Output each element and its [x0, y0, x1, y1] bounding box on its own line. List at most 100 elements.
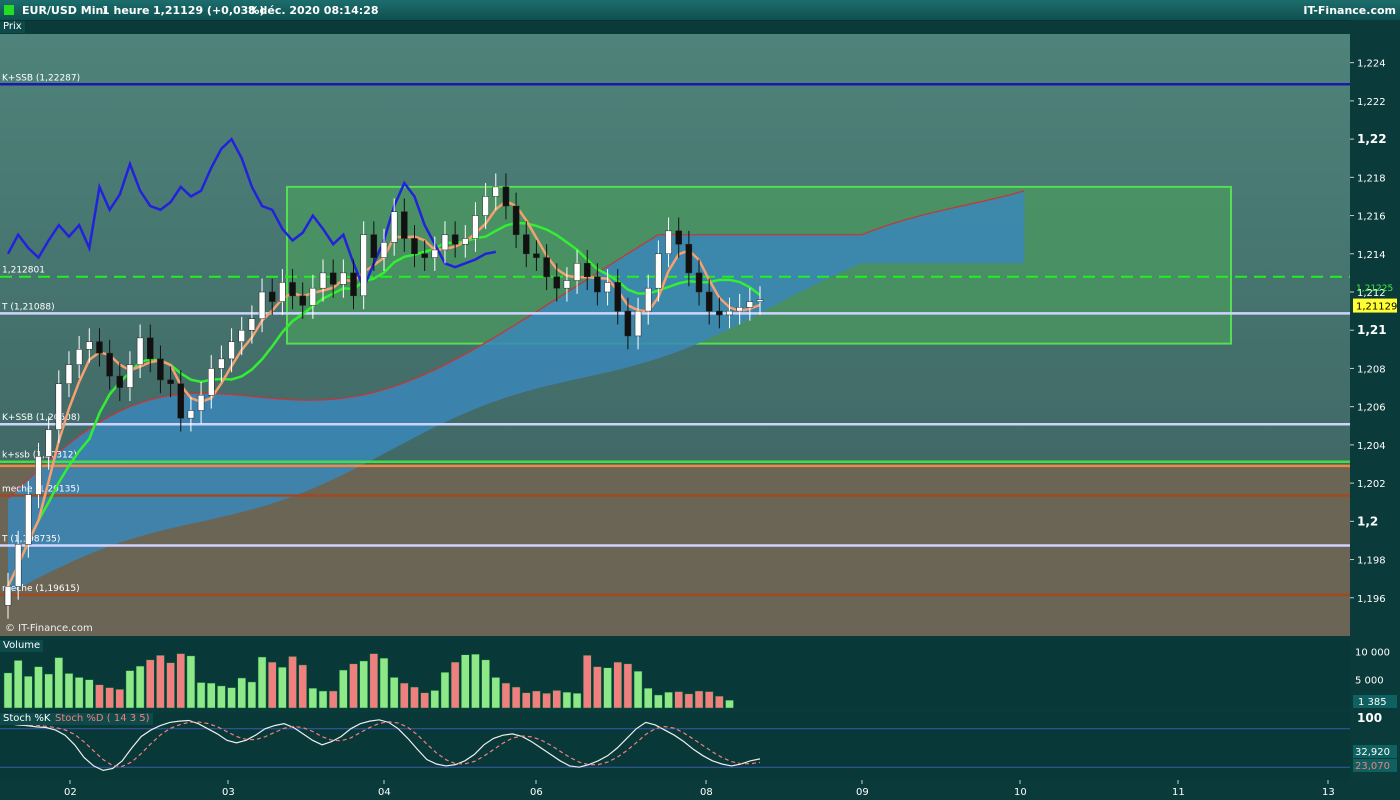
volume-bar	[64, 673, 74, 709]
candle-body	[238, 329, 245, 342]
hline-label-2: T (1,21088)	[1, 302, 55, 312]
volume-bar	[369, 653, 379, 709]
candle-body	[726, 310, 733, 316]
candle-body	[319, 272, 327, 289]
candle-body	[65, 364, 73, 384]
candle-body	[248, 318, 256, 331]
candle-body	[695, 272, 703, 293]
hline-label-1: 1,212801	[2, 266, 45, 276]
y-tick-label: 1,222	[1357, 97, 1386, 108]
candle-body	[86, 341, 93, 350]
candle-body	[563, 280, 571, 289]
candle-body	[441, 234, 449, 251]
volume-bar	[511, 686, 521, 709]
current-price-label: 1,21129	[1356, 302, 1397, 313]
volume-bar	[501, 682, 511, 709]
x-tick-label: 02	[64, 787, 77, 798]
candle-body	[492, 186, 500, 197]
volume-bar	[643, 687, 653, 709]
volume-bar	[288, 656, 297, 709]
volume-bar	[389, 677, 399, 709]
instrument-name: EUR/USD Mini	[22, 4, 108, 17]
volume-bar	[725, 699, 734, 709]
volume-bar	[552, 690, 562, 709]
volume-bar	[44, 673, 53, 709]
volume-bar	[176, 653, 186, 709]
hline-label-8: meche (1,19615)	[2, 584, 80, 594]
volume-last-label: 1 385	[1358, 697, 1387, 708]
volume-bar	[461, 654, 470, 709]
title-bar: EUR/USD Mini 1 heure 1,21129 (+0,03%) 8 …	[0, 0, 1400, 21]
y-tick-label: 1,216	[1357, 212, 1386, 223]
volume-bar	[450, 661, 460, 709]
candle-body	[136, 337, 144, 365]
volume-bar	[603, 667, 612, 709]
period-label[interactable]: 1 heure	[102, 4, 150, 17]
volume-bar	[328, 690, 338, 709]
chart-icon	[4, 5, 14, 15]
candle-body	[716, 310, 723, 316]
candle-body	[106, 352, 113, 377]
volume-bar	[3, 672, 13, 709]
volume-bar	[633, 670, 643, 709]
volume-bar	[674, 691, 683, 709]
volume-bar	[186, 655, 196, 709]
candle-body	[655, 253, 662, 289]
x-tick-label: 06	[530, 787, 543, 798]
candle-body	[533, 253, 540, 258]
stoch-d-label: Stoch %D ( 14 3 5)	[52, 713, 153, 725]
volume-panel-label: Volume	[0, 640, 44, 652]
candle-body	[543, 257, 550, 277]
candle-body	[573, 263, 581, 281]
candle-body	[75, 349, 83, 365]
candle-body	[157, 358, 164, 381]
volume-bar	[125, 670, 135, 709]
candle-body	[675, 230, 682, 245]
volume-bar	[308, 687, 318, 709]
candle-body	[116, 375, 124, 388]
volume-bar	[359, 660, 368, 709]
candle-body	[96, 341, 103, 354]
candle-body	[177, 383, 185, 419]
brand-label[interactable]: IT-Finance.com	[1303, 4, 1396, 17]
candle-body	[583, 263, 591, 277]
volume-bar	[654, 694, 663, 709]
y-tick-label: 1,2	[1357, 514, 1378, 528]
chart-area[interactable]: K+SSB (1,22287) 1,212801 T (1,21088) K+SSB …	[0, 20, 1400, 800]
volume-bar	[491, 677, 501, 709]
candle-body	[553, 276, 561, 289]
volume-bar	[146, 659, 155, 709]
volume-bar	[430, 690, 440, 709]
candle-body	[512, 205, 520, 235]
y-tick-label: 1,202	[1357, 479, 1386, 490]
candle-body	[167, 379, 174, 384]
volume-bar	[237, 677, 246, 709]
candle-body	[451, 234, 459, 245]
y-tick-label: 1,224	[1357, 59, 1386, 70]
y-tick-label: 1,22	[1357, 132, 1387, 146]
candle-body	[665, 230, 672, 255]
candle-body	[390, 211, 398, 243]
y-tick-label: 1,198	[1357, 556, 1386, 567]
candle-body	[197, 394, 205, 411]
stoch-k-value: 32,920	[1355, 747, 1390, 758]
x-tick-label: 11	[1172, 787, 1185, 798]
candle-body	[218, 358, 225, 369]
candle-body	[431, 249, 439, 258]
volume-bar	[156, 655, 165, 709]
volume-bar	[572, 693, 582, 709]
watermark: © IT-Finance.com	[5, 623, 93, 634]
y-tick-label: 1,204	[1357, 441, 1386, 452]
volume-bar	[400, 682, 409, 709]
y-tick-label: 1,214	[1357, 250, 1386, 261]
candle-body	[746, 301, 754, 308]
candle-body	[472, 215, 479, 239]
candle-body	[411, 238, 418, 255]
volume-bar	[95, 684, 104, 709]
x-tick-label: 04	[378, 787, 391, 798]
candle-body	[685, 243, 693, 274]
stoch-k-label: Stoch %K	[0, 713, 54, 725]
volume-bar	[13, 660, 23, 709]
candle-body	[25, 494, 32, 545]
candle-body	[340, 272, 347, 285]
